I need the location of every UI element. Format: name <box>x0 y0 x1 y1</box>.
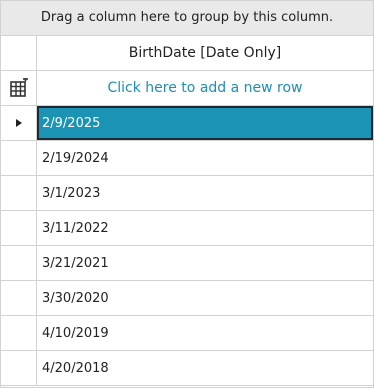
data-grid: Drag a column here to group by this colu… <box>0 0 374 388</box>
table-row[interactable]: 3/21/2021 <box>1 246 373 281</box>
row-container: 2/9/2025 2/19/2024 3/1/2023 3/11/2022 3/… <box>1 106 373 386</box>
row-indicator[interactable] <box>1 351 37 385</box>
row-indicator[interactable] <box>1 316 37 350</box>
add-new-row-link[interactable]: Click here to add a new row <box>37 71 373 105</box>
row-indicator[interactable] <box>1 176 37 210</box>
row-indicator[interactable] <box>1 246 37 280</box>
birthdate-cell[interactable]: 3/1/2023 <box>37 176 373 210</box>
column-header-row: BirthDate [Date Only] <box>1 36 373 71</box>
row-indicator[interactable] <box>1 211 37 245</box>
table-row[interactable]: 4/20/2018 <box>1 351 373 386</box>
birthdate-cell[interactable]: 3/30/2020 <box>37 281 373 315</box>
table-row[interactable]: 2/9/2025 <box>1 106 373 141</box>
birthdate-cell[interactable]: 2/9/2025 <box>37 106 373 140</box>
add-row-indicator <box>1 71 37 105</box>
row-indicator[interactable] <box>1 281 37 315</box>
column-header-birthdate[interactable]: BirthDate [Date Only] <box>37 36 373 70</box>
table-row[interactable]: 3/30/2020 <box>1 281 373 316</box>
birthdate-cell[interactable]: 4/20/2018 <box>37 351 373 385</box>
birthdate-cell[interactable]: 3/21/2021 <box>37 246 373 280</box>
row-indicator[interactable] <box>1 106 37 140</box>
birthdate-cell[interactable]: 2/19/2024 <box>37 141 373 175</box>
table-row[interactable]: 3/11/2022 <box>1 211 373 246</box>
birthdate-cell[interactable]: 4/10/2019 <box>37 316 373 350</box>
add-row-icon <box>9 78 28 97</box>
birthdate-cell[interactable]: 3/11/2022 <box>37 211 373 245</box>
table-row[interactable]: 4/10/2019 <box>1 316 373 351</box>
current-row-arrow-icon <box>15 119 22 127</box>
table-row[interactable]: 3/1/2023 <box>1 176 373 211</box>
header-indicator-cell <box>1 36 37 70</box>
group-by-panel[interactable]: Drag a column here to group by this colu… <box>1 1 373 36</box>
row-indicator[interactable] <box>1 141 37 175</box>
add-new-row[interactable]: Click here to add a new row <box>1 71 373 106</box>
table-row[interactable]: 2/19/2024 <box>1 141 373 176</box>
